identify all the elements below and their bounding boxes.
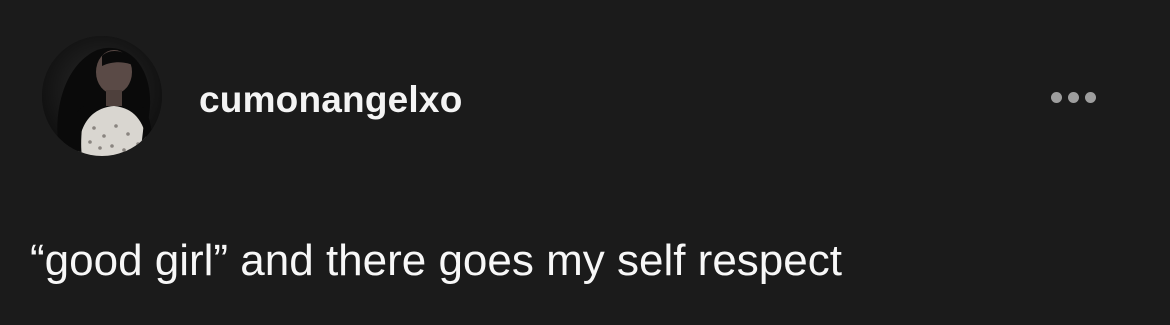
- username[interactable]: cumonangelxo: [199, 78, 463, 122]
- more-horizontal-icon: [1084, 91, 1096, 103]
- post-body-text: “good girl” and there goes my self respe…: [30, 236, 842, 285]
- avatar[interactable]: [42, 36, 162, 156]
- post-card: cumonangelxo “good girl” and there goes …: [0, 0, 1170, 325]
- more-horizontal-icon: [1050, 91, 1062, 103]
- avatar-image: [42, 36, 162, 156]
- more-horizontal-icon: [1067, 91, 1079, 103]
- more-options-button[interactable]: [1040, 82, 1106, 112]
